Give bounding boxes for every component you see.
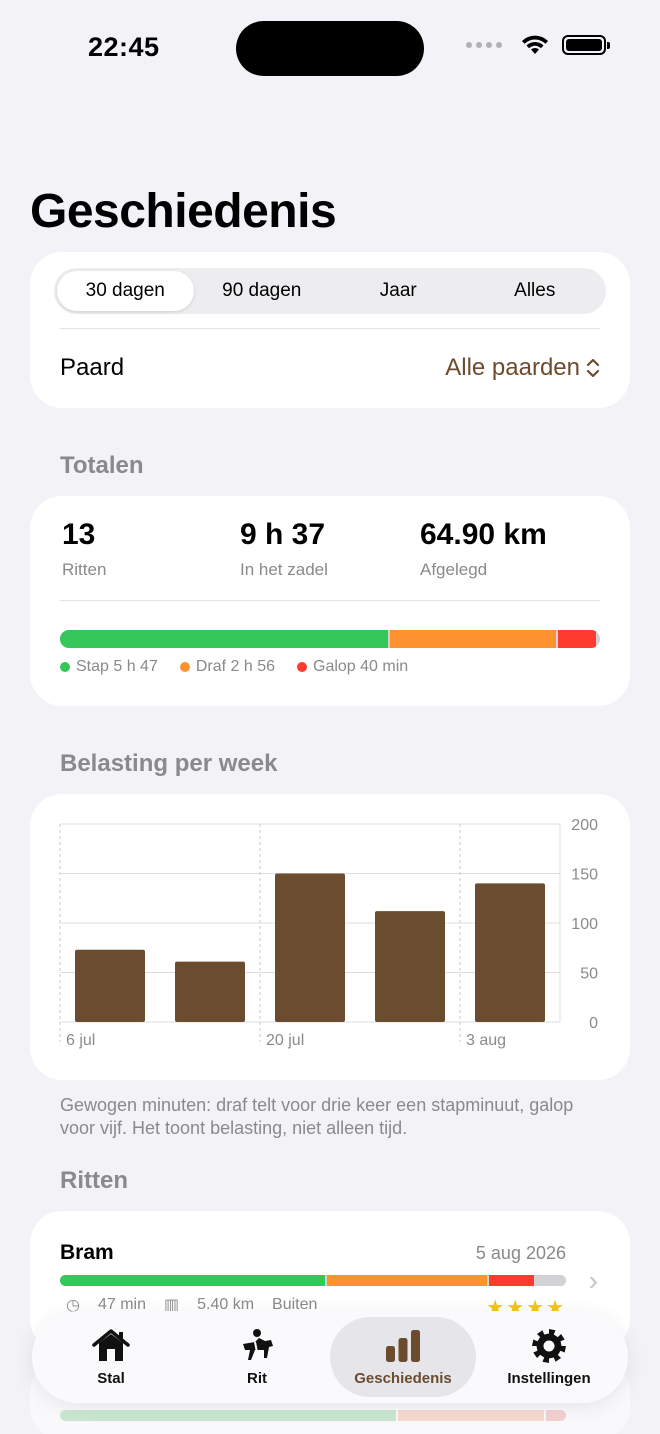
bar-13-jul [175, 961, 245, 1022]
cellular-signal-icon [466, 42, 502, 48]
rider-icon [243, 1328, 273, 1360]
load-chart-note: Gewogen minuten: draf telt voor drie kee… [60, 1095, 574, 1138]
ride-gait-segment [398, 1410, 544, 1421]
range-all[interactable]: Alles [467, 271, 604, 311]
totals-section-title: Totalen [60, 452, 144, 479]
stat-saddle-label: In het zadel [240, 560, 328, 579]
page-title: Geschiedenis [30, 185, 337, 238]
load-section-title: Belasting per week [60, 750, 278, 777]
tab-instellingen[interactable]: Instellingen [476, 1317, 622, 1397]
load-chart-card: 0 50 100 150 200 6 jul 20 jul 3 aug [30, 794, 630, 1080]
legend-item-trot: Draf 2 h 56 [179, 658, 275, 676]
house-icon [92, 1328, 130, 1361]
tab-rit[interactable]: Rit [184, 1317, 330, 1397]
ride-gait-segment [60, 1275, 326, 1286]
stat-distance-value: 64.90 km [420, 518, 547, 551]
ride-gait-bar [60, 1275, 566, 1286]
legend-item-walk: Stap 5 h 47 [60, 658, 158, 676]
legend-dot [60, 662, 70, 672]
ride-gait-bar [60, 1410, 566, 1421]
x-tick-label: 3 aug [466, 1032, 506, 1049]
stat-distance-label: Afgelegd [420, 560, 488, 579]
horse-picker[interactable]: Alle paarden [445, 354, 600, 382]
y-tick-label: 0 [589, 1015, 598, 1032]
wifi-icon [522, 35, 548, 54]
stat-rides-label: Ritten [62, 560, 107, 579]
gait-segment-2 [558, 630, 596, 648]
gait-legend: Stap 5 h 47 Draf 2 h 56 Galop 40 min [60, 658, 408, 676]
gait-distribution-bar [60, 630, 600, 648]
range-90-days[interactable]: 90 dagen [194, 271, 331, 311]
battery-icon [562, 35, 610, 55]
chevron-up-down-icon [586, 358, 600, 378]
legend-dot [297, 662, 307, 672]
chart-icon [386, 1329, 420, 1362]
y-tick-label: 200 [571, 817, 598, 834]
chevron-right-icon: › [588, 1265, 598, 1296]
ride-gait-segment [536, 1275, 566, 1286]
tab-label: Geschiedenis [354, 1369, 452, 1387]
status-time: 22:45 [88, 32, 160, 62]
divider [60, 328, 600, 329]
tab-label: Stal [97, 1369, 125, 1387]
bar-3-aug [475, 883, 545, 1022]
bar-27-jul [375, 911, 445, 1022]
tab-bar: Stal Rit Geschiedenis Instellingen [32, 1311, 628, 1403]
y-tick-label: 100 [571, 916, 598, 933]
ride-date: 5 aug 2026 [475, 1243, 566, 1263]
y-tick-label: 150 [571, 867, 598, 884]
gait-segment-1 [389, 630, 557, 648]
ride-gait-segment [489, 1275, 535, 1286]
stat-distance: 64.90 km Afgelegd [420, 518, 547, 580]
ride-gait-segment [327, 1275, 488, 1286]
ride-horse-name: Bram [60, 1241, 114, 1264]
range-year[interactable]: Jaar [330, 271, 467, 311]
stat-saddle-value: 9 h 37 [240, 518, 326, 551]
horse-label: Paard [60, 354, 125, 381]
divider [60, 600, 600, 601]
tab-label: Instellingen [507, 1369, 591, 1387]
bar-6-jul [75, 949, 145, 1022]
stat-rides-value: 13 [62, 518, 96, 551]
horse-picker-value: Alle paarden [445, 354, 580, 381]
bar-20-jul [275, 873, 345, 1022]
ride-gait-segment [545, 1410, 566, 1421]
range-segmented-control: 30 dagen 90 dagen Jaar Alles [54, 268, 606, 314]
ride-gait-segment [60, 1410, 397, 1421]
gait-segment-0 [60, 630, 388, 648]
stat-rides: 13 Ritten [62, 518, 106, 580]
legend-item-canter: Galop 40 min [297, 658, 408, 676]
legend-label: Draf 2 h 56 [195, 658, 275, 675]
legend-dot [179, 662, 190, 672]
load-chart: 0 50 100 150 200 6 jul 20 jul 3 aug [59, 817, 598, 1049]
status-icons [466, 34, 610, 56]
legend-label: Stap 5 h 47 [76, 658, 158, 675]
totals-card: 13 Ritten 9 h 37 In het zadel 64.90 km A… [30, 496, 630, 706]
x-tick-label: 6 jul [66, 1032, 95, 1049]
tab-label: Rit [247, 1369, 267, 1387]
y-tick-label: 50 [580, 966, 598, 983]
x-tick-label: 20 jul [266, 1032, 304, 1049]
rides-section-title: Ritten [60, 1167, 128, 1194]
tab-stal[interactable]: Stal [38, 1317, 184, 1397]
tab-geschiedenis[interactable]: Geschiedenis [330, 1317, 476, 1397]
gear-icon [532, 1328, 566, 1363]
filter-card: 30 dagen 90 dagen Jaar Alles Paard Alle … [30, 252, 630, 408]
stat-saddle-time: 9 h 37 In het zadel [240, 518, 328, 580]
dynamic-island [236, 21, 424, 76]
legend-label: Galop 40 min [313, 658, 409, 675]
range-30-days[interactable]: 30 dagen [57, 271, 194, 311]
